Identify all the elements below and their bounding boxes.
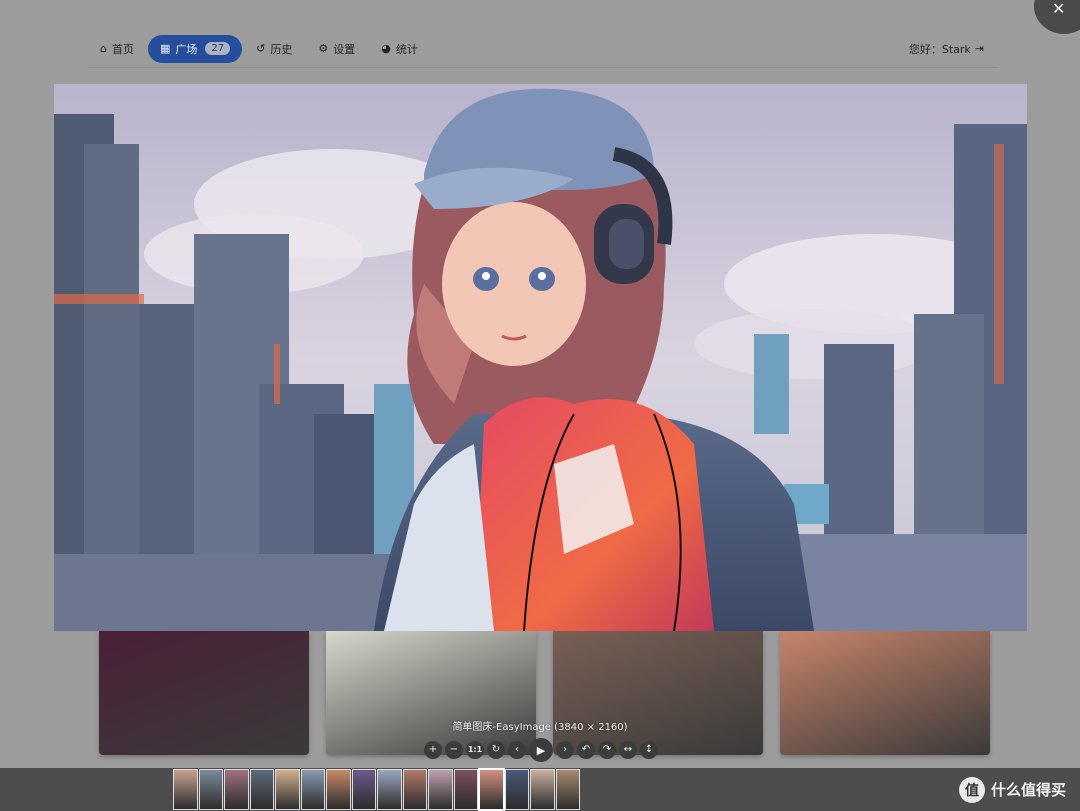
thumbnail[interactable] (173, 769, 198, 810)
thumbnail[interactable] (377, 769, 402, 810)
flip-horizontal-button[interactable]: ↔ (619, 741, 637, 759)
thumbnail[interactable] (453, 769, 478, 810)
thumbnail[interactable] (428, 769, 453, 810)
play-button[interactable]: ▶ (529, 738, 553, 762)
site-watermark: 值 什么值得买 (958, 768, 1066, 811)
thumbnail[interactable] (300, 769, 325, 810)
thumbnail[interactable] (198, 769, 223, 810)
thumbnail[interactable] (504, 769, 529, 810)
watermark-logo: 值 (958, 776, 985, 803)
gallery-card[interactable] (780, 631, 990, 755)
flip-vertical-button[interactable]: ↕ (640, 741, 658, 759)
nav-history-label: 历史 (270, 42, 293, 56)
viewer-close-button[interactable]: ✕ (1034, 0, 1080, 34)
greeting-text: 您好：Stark (908, 42, 971, 56)
thumbnail[interactable] (402, 769, 427, 810)
nav-home[interactable]: ⌂ 首页 (88, 35, 146, 63)
gear-icon: ⚙ (318, 42, 329, 55)
zoom-in-button[interactable]: + (424, 741, 442, 759)
image-viewer[interactable] (54, 84, 1027, 631)
watermark-text: 什么值得买 (990, 781, 1066, 799)
thumbnail-strip: 值 什么值得买 (0, 768, 1080, 811)
thumbnail[interactable] (555, 769, 580, 810)
viewer-toolbar: + − 1:1 ↻ ‹ ▶ › ↶ ↷ ↔ ↕ (424, 738, 658, 762)
logout-icon[interactable]: ⇥ (975, 42, 984, 55)
grid-icon: ▦ (159, 42, 171, 55)
user-greeting[interactable]: 您好：Stark ⇥ (909, 41, 998, 57)
gallery-card[interactable] (553, 631, 763, 755)
nav-history[interactable]: ↺ 历史 (244, 35, 304, 63)
next-button[interactable]: › (556, 741, 574, 759)
zoom-out-button[interactable]: − (445, 741, 463, 759)
reset-button[interactable]: ↻ (487, 741, 505, 759)
nav-stats[interactable]: ◕ 统计 (369, 35, 430, 63)
home-icon: ⌂ (100, 42, 107, 55)
top-navbar: ⌂ 首页 ▦ 广场 27 ↺ 历史 ⚙ 设置 ◕ 统计 您好：Stark ⇥ (88, 30, 998, 68)
thumbnail[interactable] (249, 769, 274, 810)
nav-stats-label: 统计 (395, 42, 418, 56)
nav-square-label: 广场 (175, 42, 198, 56)
thumbnail[interactable] (351, 769, 376, 810)
thumbnail[interactable] (326, 769, 351, 810)
thumbnail[interactable] (224, 769, 249, 810)
nav-square-badge: 27 (205, 42, 231, 55)
gallery-card[interactable] (99, 631, 309, 755)
viewer-image (54, 84, 1027, 631)
history-icon: ↺ (256, 42, 266, 55)
rotate-left-button[interactable]: ↶ (577, 741, 595, 759)
thumbnail-list (173, 768, 580, 811)
thumbnail[interactable] (530, 769, 555, 810)
actual-size-button[interactable]: 1:1 (466, 741, 484, 759)
nav-settings[interactable]: ⚙ 设置 (306, 35, 367, 63)
thumbnail[interactable] (275, 769, 300, 810)
close-icon: ✕ (1052, 0, 1066, 18)
gallery-card[interactable] (326, 631, 536, 755)
pie-chart-icon: ◕ (381, 42, 391, 55)
nav-square[interactable]: ▦ 广场 27 (147, 34, 243, 63)
thumbnail[interactable] (478, 768, 505, 811)
nav-home-label: 首页 (111, 42, 134, 56)
rotate-right-button[interactable]: ↷ (598, 741, 616, 759)
image-caption: 简单图床-EasyImage (3840 × 2160) (452, 722, 628, 733)
nav-settings-label: 设置 (333, 42, 356, 56)
prev-button[interactable]: ‹ (508, 741, 526, 759)
